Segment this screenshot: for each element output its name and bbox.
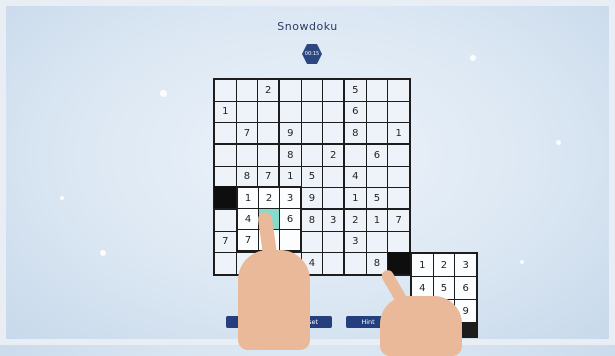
board-cell[interactable] [323,253,344,274]
board-cell[interactable]: 1 [388,123,409,144]
board-cell[interactable] [388,166,409,188]
board-cell[interactable]: 5 [344,80,366,101]
board-cell[interactable] [323,80,344,101]
number-pad-key[interactable]: 2 [433,254,455,276]
board-cell[interactable] [258,101,279,123]
number-pad-key[interactable]: 2 [259,188,279,208]
board-cell[interactable] [366,166,388,188]
selected-cell-marker [214,186,236,208]
board-cell[interactable]: 3 [323,209,344,231]
board-cell[interactable] [258,144,279,166]
board-cell[interactable] [215,144,236,166]
board-cell[interactable]: 8 [344,123,366,144]
board-cell[interactable] [215,166,236,188]
board-cell[interactable] [301,80,323,101]
number-pad-key[interactable]: 7 [238,230,258,250]
number-pad-key[interactable]: 1 [238,188,258,208]
board-cell[interactable]: 7 [236,123,258,144]
board-cell[interactable] [301,231,323,253]
board-cell[interactable]: 9 [301,188,323,209]
snowflake-icon [160,90,167,97]
number-pad-key[interactable]: 4 [238,209,258,229]
board-cell[interactable]: 1 [279,166,301,188]
board-cell[interactable] [279,101,301,123]
snowflake-icon [100,250,106,256]
snowflake-icon [520,260,524,264]
board-cell[interactable]: 7 [388,209,409,231]
board-cell[interactable] [258,123,279,144]
number-pad-key[interactable]: 3 [455,254,476,276]
board-cell[interactable] [344,144,366,166]
board-cell[interactable] [388,231,409,253]
snowflake-icon [556,140,561,145]
board-cell[interactable] [323,123,344,144]
board-cell[interactable] [323,231,344,253]
board-cell[interactable] [236,80,258,101]
board-cell[interactable]: 2 [258,80,279,101]
hand-left [238,250,310,350]
board-cell[interactable] [388,144,409,166]
hand-right [380,296,462,356]
board-cell[interactable]: 7 [215,231,236,253]
board-cell[interactable] [215,209,236,231]
board-cell[interactable] [323,166,344,188]
board-cell[interactable]: 1 [366,209,388,231]
board-cell[interactable] [366,101,388,123]
board-cell[interactable]: 6 [366,144,388,166]
board-cell[interactable] [366,123,388,144]
number-pad-key[interactable]: 1 [412,254,433,276]
board-cell[interactable] [301,101,323,123]
board-cell[interactable]: 1 [215,101,236,123]
board-cell[interactable]: 8 [279,144,301,166]
snowflake-icon [60,196,64,200]
board-cell[interactable] [215,123,236,144]
number-pad-key[interactable] [280,230,300,250]
board-cell[interactable] [366,80,388,101]
board-cell[interactable] [279,80,301,101]
snowflake-icon [470,55,476,61]
board-cell[interactable] [366,231,388,253]
board-cell[interactable]: 6 [344,101,366,123]
board-cell[interactable]: 2 [344,209,366,231]
board-cell[interactable]: 5 [366,188,388,209]
board-cell[interactable]: 4 [344,166,366,188]
board-cell[interactable] [301,144,323,166]
board-cell[interactable]: 1 [344,188,366,209]
board-cell[interactable] [323,188,344,209]
board-cell[interactable]: 5 [301,166,323,188]
game-title: Snowdoku [277,20,338,33]
board-cell[interactable] [388,188,409,209]
board-cell[interactable] [388,101,409,123]
board-cell[interactable]: 8 [236,166,258,188]
board-cell[interactable] [236,101,258,123]
number-pad-key[interactable]: 3 [280,188,300,208]
timer-badge: 00:15 [302,44,322,64]
number-pad-key[interactable]: 6 [455,277,476,299]
board-cell[interactable] [323,101,344,123]
board-cell[interactable] [344,253,366,274]
board-cell[interactable]: 7 [258,166,279,188]
number-pad-key[interactable]: 6 [280,209,300,229]
board-cell[interactable]: 9 [279,123,301,144]
board-cell[interactable]: 2 [323,144,344,166]
board-cell[interactable] [236,144,258,166]
board-cell[interactable] [388,80,409,101]
board-cell[interactable] [215,253,236,274]
board-cell[interactable] [215,80,236,101]
board-cell[interactable]: 3 [344,231,366,253]
board-cell[interactable]: 8 [301,209,323,231]
board-cell[interactable] [301,123,323,144]
